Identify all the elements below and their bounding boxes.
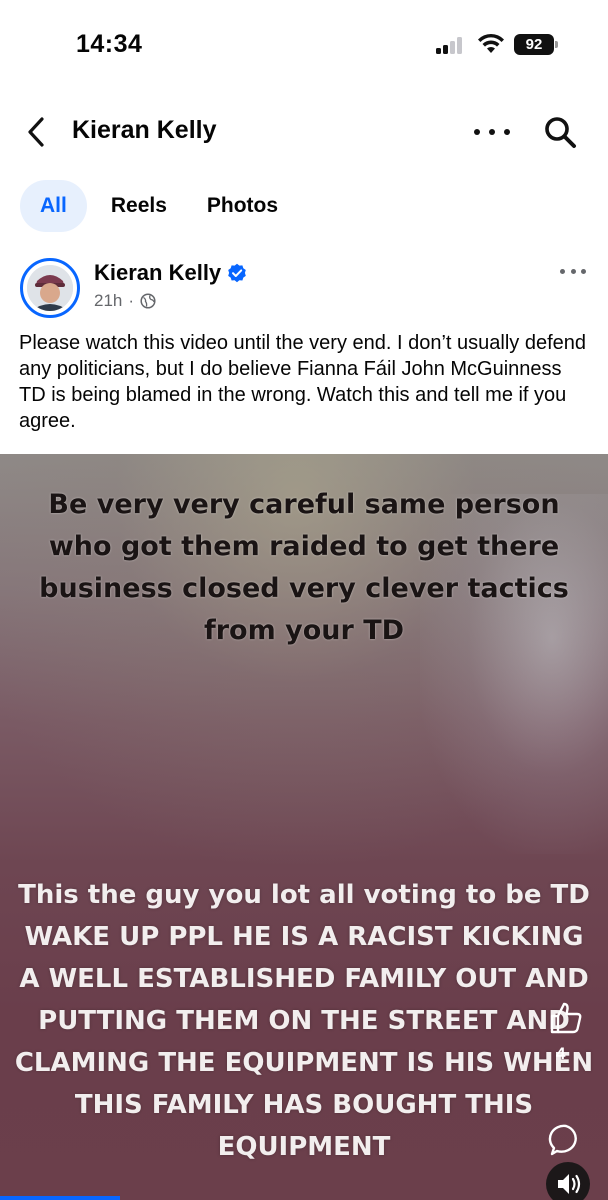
search-icon[interactable]	[542, 114, 578, 150]
more-dots-icon	[474, 129, 480, 135]
progress-indicator	[0, 1196, 120, 1200]
battery-cap	[555, 41, 558, 48]
more-dots-icon	[560, 268, 565, 274]
like-count: 4	[556, 1044, 566, 1063]
back-arrow-icon	[28, 117, 44, 147]
post-video[interactable]: Be very very careful same person who got…	[0, 454, 608, 1200]
tab-photos[interactable]: Photos	[191, 180, 294, 232]
author-row: Kieran Kelly	[94, 260, 247, 286]
status-time: 14:34	[76, 30, 143, 58]
post-time[interactable]: 21h	[94, 291, 122, 311]
post-header: Kieran Kelly 21h ·	[0, 250, 608, 326]
meta-separator: ·	[128, 291, 135, 310]
back-button[interactable]	[22, 114, 50, 150]
verified-badge-icon	[228, 263, 246, 283]
signal-icon	[436, 36, 466, 54]
comment-icon[interactable]	[548, 1122, 584, 1158]
post-caption: Please watch this video until the very e…	[19, 332, 587, 432]
avatar-photo	[27, 265, 73, 311]
wifi-icon	[478, 33, 504, 53]
page-title: Kieran Kelly	[72, 116, 217, 144]
status-bar: 14:34 92	[0, 0, 608, 90]
post-more-button[interactable]	[560, 266, 586, 276]
avatar[interactable]	[20, 258, 80, 318]
filter-tabs: All Reels Photos	[20, 180, 302, 232]
page-header: Kieran Kelly	[0, 100, 608, 164]
globe-icon	[140, 293, 156, 309]
tab-all[interactable]: All	[20, 180, 87, 232]
video-overlay-text-top: Be very very careful same person who got…	[39, 489, 569, 646]
more-options-button[interactable]	[474, 118, 510, 146]
author-name[interactable]: Kieran Kelly	[94, 260, 221, 286]
tab-reels[interactable]: Reels	[95, 180, 183, 232]
volume-icon	[558, 1174, 581, 1194]
video-overlay-text-bottom: This the guy you lot all voting to be TD…	[14, 880, 594, 1162]
volume-button[interactable]	[546, 1162, 590, 1200]
post-meta: 21h ·	[94, 291, 156, 311]
like-icon[interactable]	[548, 1000, 584, 1036]
battery-indicator: 92	[514, 34, 554, 55]
